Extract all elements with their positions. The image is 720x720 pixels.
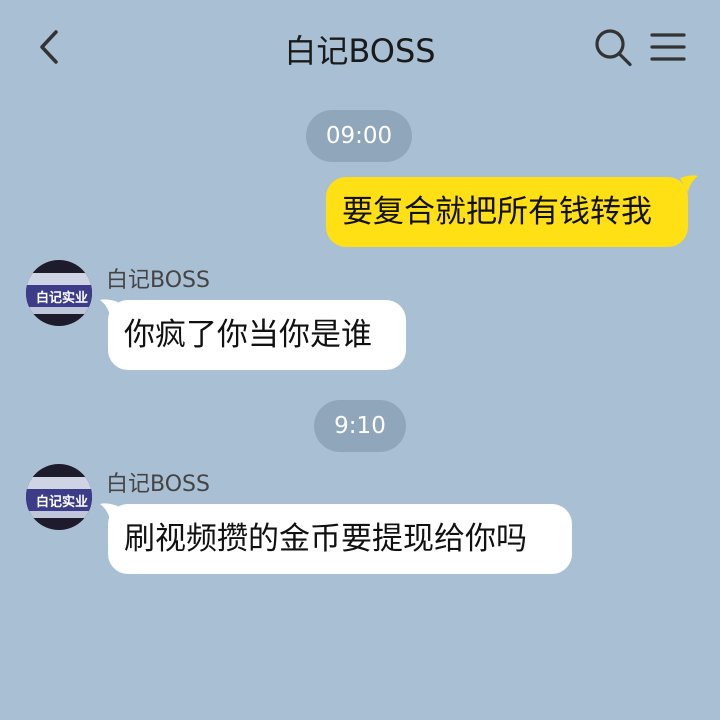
outgoing-message-bubble[interactable]: 要复合就把所有钱转我 xyxy=(326,177,688,247)
svg-text:白记实业: 白记实业 xyxy=(36,290,88,306)
bubble-tail-icon xyxy=(680,175,698,192)
chat-header: 白记BOSS xyxy=(0,0,720,96)
avatar[interactable]: 白记实业 xyxy=(26,464,92,530)
sender-name: 白记BOSS xyxy=(106,268,210,293)
menu-icon[interactable] xyxy=(648,27,688,67)
avatar[interactable]: 白记实业 xyxy=(26,260,92,326)
incoming-message-bubble[interactable]: 刷视频攒的金币要提现给你吗 xyxy=(108,504,572,574)
incoming-message-bubble[interactable]: 你疯了你当你是谁 xyxy=(108,300,406,370)
timestamp: 09:00 xyxy=(306,110,412,162)
timestamp: 9:10 xyxy=(314,400,406,452)
avatar-logo-icon: 白记实业 xyxy=(26,464,92,530)
search-icon[interactable] xyxy=(592,25,636,69)
svg-text:白记实业: 白记实业 xyxy=(36,494,88,510)
avatar-logo-icon: 白记实业 xyxy=(26,260,92,326)
sender-name: 白记BOSS xyxy=(106,472,210,497)
